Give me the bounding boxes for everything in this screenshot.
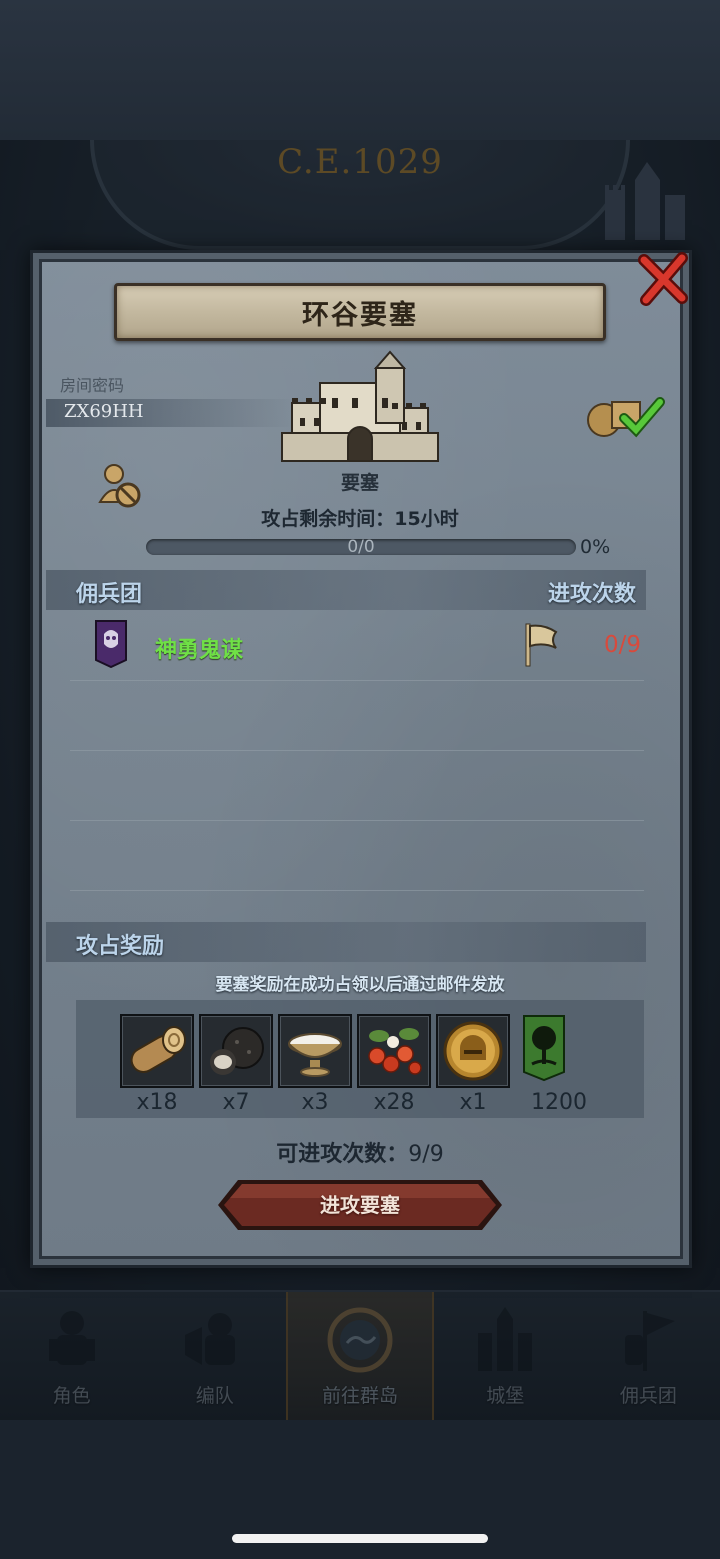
row-divider [70, 890, 644, 891]
dialog-title-banner: 环谷要塞 [114, 283, 606, 341]
berries-icon [368, 1028, 422, 1075]
attack-attempts-value: 9/9 [408, 1142, 444, 1167]
rewards-note: 要塞奖励在成功占领以后通过邮件发放 [215, 975, 505, 995]
close-icon [638, 252, 688, 306]
guild-badge-icon[interactable] [95, 620, 127, 668]
attack-fortress-button[interactable]: 进攻要塞 [216, 1178, 504, 1232]
reward-count: x18 [136, 1090, 178, 1115]
reward-item[interactable] [436, 1014, 510, 1088]
capture-progress-text: 0/0 [347, 537, 375, 557]
reward-item[interactable] [120, 1014, 194, 1088]
rewards-header: 攻占奖励 [76, 934, 165, 959]
wood-log-icon [130, 1026, 186, 1073]
reward-count: 1200 [531, 1090, 587, 1115]
reward-item[interactable] [520, 1014, 580, 1088]
truffle-icon [210, 1027, 264, 1075]
row-divider [70, 750, 644, 751]
game-screen: C.E.1029 角色 编队 前往群岛 城堡 佣兵团 环谷要塞 房间密码 ZX6… [0, 0, 720, 1559]
capture-time-remaining: 攻占剩余时间：15小时 [261, 508, 459, 530]
room-password-label: 房间密码 [60, 376, 125, 395]
guild-attack-count: 0/9 [604, 632, 642, 658]
room-code[interactable]: ZX69HH [64, 401, 144, 422]
helmet-medal-icon [443, 1021, 503, 1081]
attack-attempts-label: 可进攻次数： [276, 1142, 409, 1167]
loot-claimed-icon[interactable] [584, 388, 666, 440]
close-button[interactable] [634, 248, 692, 310]
home-indicator[interactable] [232, 1534, 488, 1543]
capture-progress-percent: 0% [580, 536, 611, 558]
milk-bowl-icon [288, 1033, 342, 1077]
fortress-icon [281, 350, 439, 462]
reward-item[interactable] [199, 1014, 273, 1088]
row-divider [70, 680, 644, 681]
reward-count: x7 [222, 1090, 250, 1115]
attack-fortress-label: 进攻要塞 [320, 1193, 400, 1217]
mercenary-header: 佣兵团 [76, 582, 143, 607]
dialog-title: 环谷要塞 [302, 299, 418, 331]
reward-count: x28 [373, 1090, 415, 1115]
guild-name[interactable]: 神勇鬼谋 [155, 632, 243, 664]
row-divider [70, 820, 644, 821]
status-bar-area [0, 0, 720, 140]
reward-item[interactable] [278, 1014, 352, 1088]
guild-banner-icon [523, 1015, 565, 1082]
reward-count: x3 [301, 1090, 329, 1115]
attack-count-header: 进攻次数 [548, 582, 637, 607]
attack-attempts: 可进攻次数：9/9 [0, 1136, 720, 1168]
flag-icon [525, 623, 558, 667]
reward-item[interactable] [357, 1014, 431, 1088]
reward-count: x1 [459, 1090, 487, 1115]
